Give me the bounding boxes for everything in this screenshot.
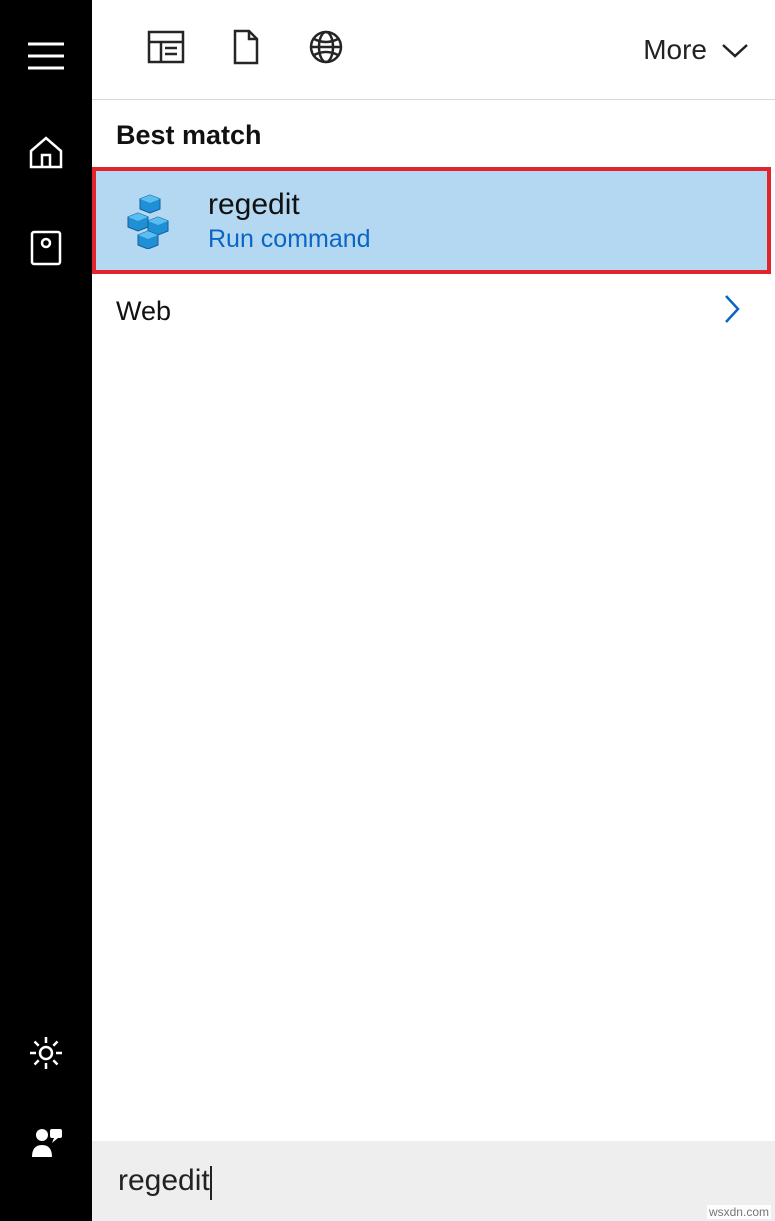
best-match-title: regedit xyxy=(208,187,371,223)
results-area: Best match xyxy=(92,100,775,1141)
web-filter-icon xyxy=(308,29,344,70)
hamburger-icon xyxy=(28,42,64,75)
search-input[interactable]: regedit xyxy=(118,1164,210,1197)
settings-button[interactable] xyxy=(16,1025,76,1085)
registry-cubes-icon xyxy=(116,189,180,253)
filter-bar: More xyxy=(92,0,775,100)
user-feedback-icon xyxy=(28,1123,64,1164)
photos-icon xyxy=(30,230,62,271)
best-match-result[interactable]: regedit Run command xyxy=(92,167,771,274)
best-match-text: regedit Run command xyxy=(208,187,371,254)
search-results-panel: More Best match xyxy=(92,0,775,1221)
search-box[interactable]: regedit xyxy=(92,1141,775,1221)
documents-filter-button[interactable] xyxy=(206,0,286,100)
hamburger-button[interactable] xyxy=(16,28,76,88)
chevron-right-icon xyxy=(723,294,741,329)
chevron-down-icon xyxy=(721,34,749,66)
best-match-header: Best match xyxy=(92,100,775,167)
more-label: More xyxy=(643,34,707,66)
web-section-label: Web xyxy=(116,296,171,327)
settings-gear-icon xyxy=(28,1035,64,1076)
home-button[interactable] xyxy=(16,124,76,184)
more-filters-button[interactable]: More xyxy=(643,34,749,66)
photos-button[interactable] xyxy=(16,220,76,280)
documents-filter-icon xyxy=(231,29,261,70)
web-filter-button[interactable] xyxy=(286,0,366,100)
best-match-subtitle: Run command xyxy=(208,225,371,254)
home-icon xyxy=(28,135,64,174)
web-section-row[interactable]: Web xyxy=(92,274,775,349)
apps-filter-icon xyxy=(147,30,185,69)
cortana-sidebar xyxy=(0,0,92,1221)
apps-filter-button[interactable] xyxy=(126,0,206,100)
watermark: wsxdn.com xyxy=(707,1205,771,1219)
feedback-button[interactable] xyxy=(16,1113,76,1173)
